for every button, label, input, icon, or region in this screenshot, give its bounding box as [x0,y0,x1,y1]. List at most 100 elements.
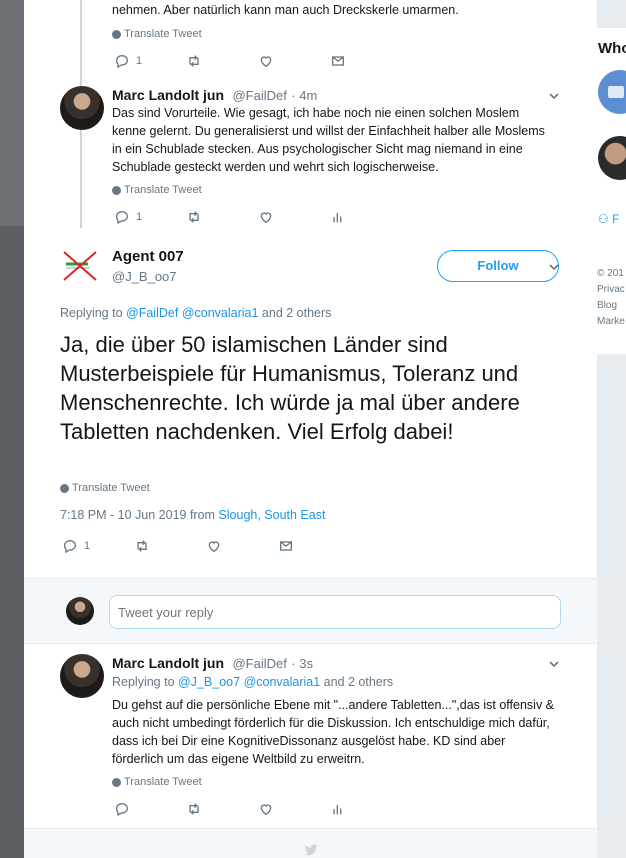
footer-privacy-link[interactable]: Privac [597,284,625,295]
analytics-icon [333,213,342,223]
reply-button[interactable]: 1 [114,53,186,69]
reply1-translate[interactable]: Translate Tweet [112,184,202,196]
reply2-replying-to: Replying to @J_B_oo7 @convalaria1 and 2 … [112,675,393,689]
main-actions: 1 [62,538,318,554]
main-replying-to: Replying to @FailDef @convalaria1 and 2 … [60,306,331,320]
reply-icon [115,210,129,225]
agent-logo-icon [63,251,97,281]
translate-label: Translate Tweet [124,184,202,196]
main-avatar[interactable] [60,246,100,286]
replying-prefix: Replying to [60,306,123,320]
avatar[interactable] [60,86,104,130]
message-button[interactable] [278,538,318,554]
top-reply-text: nehmen. Aber natürlich kann man auch Dre… [112,3,459,17]
reply-count: 1 [136,211,143,223]
reply2-translate[interactable]: Translate Tweet [112,776,202,788]
main-author-handle[interactable]: @J_B_oo7 [112,269,177,284]
right-panel: Who ⚇ F © 201 Privac Blog Marke [597,0,626,858]
reply1-header: Marc Landolt jun @FailDef · 4m [112,87,317,105]
find-people-link[interactable]: ⚇ F [598,212,619,226]
like-button[interactable] [258,209,330,225]
twitter-bird-icon [304,844,318,856]
tweet-time[interactable]: · 3s [291,656,313,671]
reply-input[interactable] [109,595,561,629]
tweet-timestamp[interactable]: 7:18 PM - 10 Jun 2019 from [60,508,215,522]
heart-icon [260,56,272,68]
retweet-icon [189,211,199,223]
reply-icon [115,54,129,69]
replying-others-link[interactable]: and 2 others [262,306,332,320]
composer-avatar[interactable] [66,597,94,625]
main-timestamp-row: 7:18 PM - 10 Jun 2019 from Slough, South… [60,508,325,522]
reply2-header: Marc Landolt jun @FailDef · 3s [112,655,313,673]
retweet-icon [137,540,147,552]
globe-icon [60,483,69,493]
heart-icon [260,212,272,224]
heart-icon [260,804,272,816]
backdrop-left-top [0,0,24,226]
footer-blog-link[interactable]: Blog [597,300,617,311]
globe-icon [112,185,121,195]
analytics-button[interactable] [330,209,370,225]
reply1-actions: 1 [114,209,370,225]
heart-icon [208,541,220,553]
reply-button[interactable] [114,801,186,817]
retweet-icon [189,55,199,67]
chevron-down-icon[interactable] [548,658,560,670]
find-people-label: F [612,212,620,226]
envelope-icon [280,541,292,551]
globe-icon [112,777,121,787]
reply-icon [115,802,129,817]
reply-button[interactable]: 1 [62,538,134,554]
like-button[interactable] [258,53,330,69]
replying-user-link[interactable]: @J_B_oo7 [178,675,240,689]
retweet-button[interactable] [186,53,258,69]
translate-label: Translate Tweet [124,776,202,788]
reply2-actions [114,801,370,817]
like-button[interactable] [206,538,278,554]
tweet-location-link[interactable]: Slough, South East [218,508,325,522]
reply1-text: Das sind Vorurteile. Wie gesagt, ich hab… [112,106,545,174]
replying-user-link[interactable]: @convalaria1 [244,675,321,689]
footer-marketing-link[interactable]: Marke [597,316,625,327]
who-to-follow-title: Who [598,40,626,57]
translate-label: Translate Tweet [72,482,150,494]
reply-count: 1 [84,540,91,552]
analytics-icon [333,805,342,815]
chevron-down-icon[interactable] [548,261,560,273]
footer-copyright: © 201 [597,268,624,279]
author-handle[interactable]: @FailDef [232,88,286,103]
analytics-button[interactable] [330,801,370,817]
message-button[interactable] [330,53,370,69]
follow-button[interactable]: Follow [437,250,559,282]
reply-icon [63,539,77,554]
replying-user-link[interactable]: @FailDef [126,306,178,320]
globe-icon [112,29,121,39]
avatar[interactable] [60,654,104,698]
main-tweet-text: Ja, die über 50 islamischen Länder sind … [60,332,520,444]
people-icon: ⚇ [598,212,609,226]
main-translate[interactable]: Translate Tweet [60,482,150,494]
like-button[interactable] [258,801,330,817]
tweet-modal: nehmen. Aber natürlich kann man auch Dre… [24,0,597,858]
retweet-button[interactable] [186,209,258,225]
author-name[interactable]: Marc Landolt jun [112,655,224,671]
main-author-name[interactable]: Agent 007 [112,248,184,265]
author-handle[interactable]: @FailDef [232,656,286,671]
chevron-down-icon[interactable] [548,90,560,102]
replying-user-link[interactable]: @convalaria1 [182,306,259,320]
retweet-button[interactable] [186,801,258,817]
reply-count: 1 [136,55,143,67]
top-reply-translate[interactable]: Translate Tweet [112,28,202,40]
reply2-text: Du gehst auf die persönliche Ebene mit "… [112,698,555,766]
replying-prefix: Replying to [112,675,175,689]
replying-others-link[interactable]: and 2 others [324,675,394,689]
author-name[interactable]: Marc Landolt jun [112,87,224,103]
top-reply-actions: 1 [114,53,370,69]
envelope-icon [332,56,344,66]
reply-button[interactable]: 1 [114,209,186,225]
tweet-time[interactable]: · 4m [291,88,317,103]
translate-label: Translate Tweet [124,28,202,40]
retweet-icon [189,803,199,815]
retweet-button[interactable] [134,538,206,554]
